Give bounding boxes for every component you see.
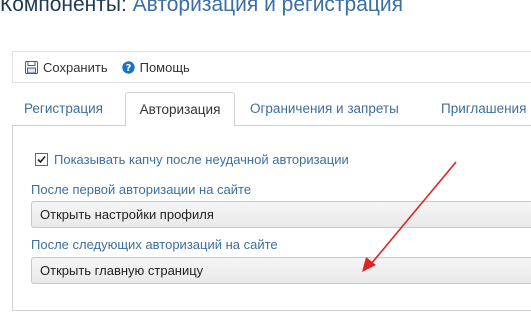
next-login-label: После следующих авторизаций на сайте xyxy=(31,237,278,252)
tab-registration[interactable]: Регистрация xyxy=(24,92,103,125)
tab-authorization[interactable]: Авторизация xyxy=(125,92,235,126)
save-button[interactable]: Сохранить xyxy=(25,60,108,75)
page-title-text: Авторизация и регистрация xyxy=(132,0,404,16)
captcha-label: Показывать капчу после неудачной авториз… xyxy=(54,152,349,167)
first-login-select[interactable]: Открыть настройки профиля xyxy=(31,201,531,228)
tab-restrictions[interactable]: Ограничения и запреты xyxy=(250,92,399,125)
svg-text:?: ? xyxy=(125,63,131,74)
toolbar: Сохранить ? Помощь xyxy=(12,51,531,83)
captcha-checkbox[interactable] xyxy=(35,153,48,166)
page-title: Компоненты: Авторизация и регистрация xyxy=(0,0,403,18)
tab-bar: Регистрация Авторизация Ограничения и за… xyxy=(12,92,531,126)
page-title-prefix: Компоненты: xyxy=(0,0,127,16)
first-login-label: После первой авторизации на сайте xyxy=(31,182,252,197)
help-button[interactable]: ? Помощь xyxy=(121,59,190,75)
checkmark-icon xyxy=(37,155,46,164)
floppy-disk-icon xyxy=(25,60,38,74)
captcha-option: Показывать капчу после неудачной авториз… xyxy=(35,152,349,167)
next-login-select[interactable]: Открыть главную страницу xyxy=(31,257,531,284)
tab-invitations[interactable]: Приглашения xyxy=(441,92,526,125)
save-label: Сохранить xyxy=(43,59,108,75)
question-circle-icon: ? xyxy=(121,60,135,74)
help-label: Помощь xyxy=(139,59,190,75)
